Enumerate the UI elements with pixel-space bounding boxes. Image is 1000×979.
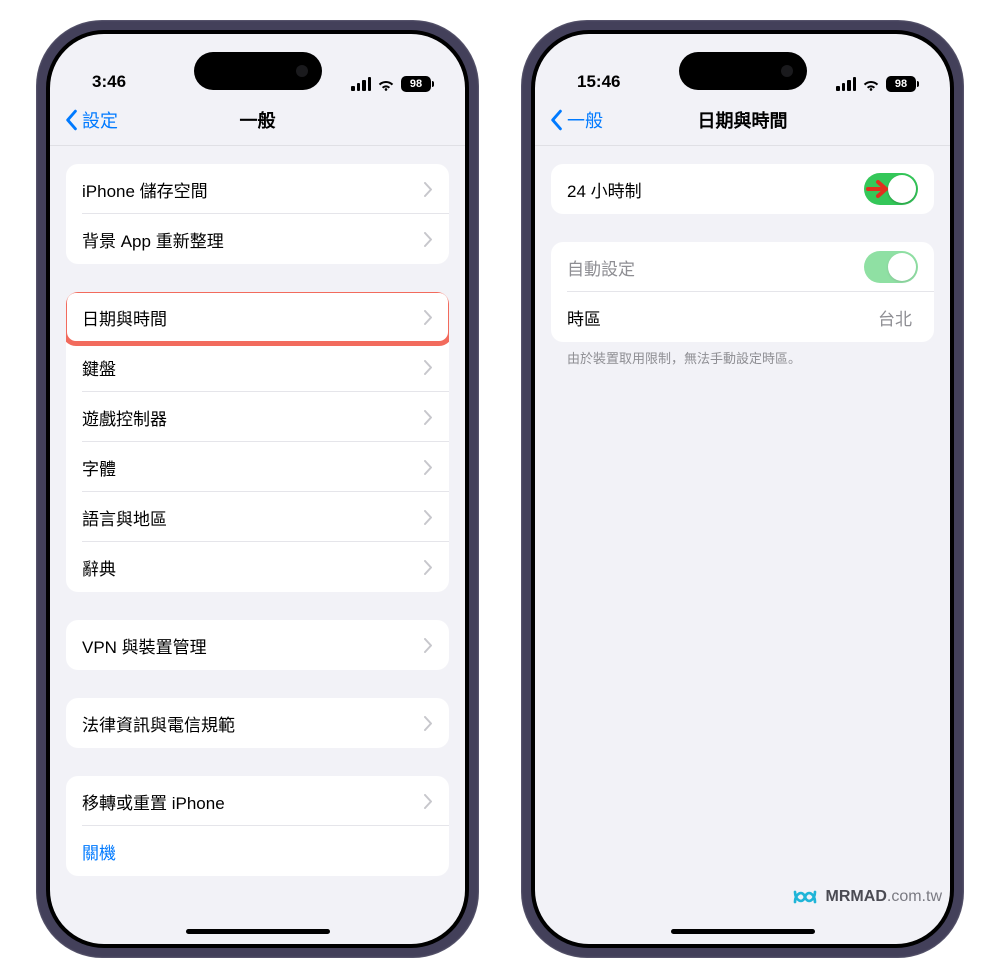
phone-frame-right: 15:46 98 一般 日期與時間: [521, 20, 964, 958]
footer-note: 由於裝置取用限制，無法手動設定時區。: [551, 342, 934, 368]
dynamic-island: [194, 52, 322, 90]
row-label: 背景 App 重新整理: [82, 227, 424, 252]
row-auto-set: 自動設定: [551, 242, 934, 292]
wifi-icon: [377, 77, 395, 91]
settings-list[interactable]: iPhone 儲存空間 背景 App 重新整理 日期與時間: [50, 146, 465, 944]
row-label: iPhone 儲存空間: [82, 177, 424, 202]
row-label: 時區: [567, 305, 878, 330]
chevron-right-icon: [424, 460, 433, 475]
back-label: 設定: [82, 107, 118, 133]
row-label: 遊戲控制器: [82, 405, 424, 430]
row-label: 24 小時制: [567, 177, 864, 202]
chevron-right-icon: [424, 182, 433, 197]
cellular-icon: [836, 77, 856, 91]
wifi-icon: [862, 77, 880, 91]
row-dictionary[interactable]: 辭典: [66, 542, 449, 592]
back-label: 一般: [567, 107, 603, 133]
row-label: 日期與時間: [82, 305, 424, 330]
row-background-app-refresh[interactable]: 背景 App 重新整理: [66, 214, 449, 264]
toggle-auto-set: [864, 251, 918, 283]
row-label: 字體: [82, 455, 424, 480]
chevron-right-icon: [424, 232, 433, 247]
row-vpn-device-management[interactable]: VPN 與裝置管理: [66, 620, 449, 670]
row-transfer-reset[interactable]: 移轉或重置 iPhone: [66, 776, 449, 826]
back-button[interactable]: 一般: [549, 94, 603, 145]
battery-icon: 98: [886, 76, 916, 92]
chevron-right-icon: [424, 794, 433, 809]
back-button[interactable]: 設定: [64, 94, 118, 145]
row-legal-regulatory[interactable]: 法律資訊與電信規範: [66, 698, 449, 748]
row-label: VPN 與裝置管理: [82, 633, 424, 658]
nav-bar: 設定 一般: [50, 94, 465, 146]
chevron-right-icon: [424, 360, 433, 375]
row-value: 台北: [878, 305, 912, 330]
page-title: 一般: [240, 107, 276, 133]
row-label: 移轉或重置 iPhone: [82, 789, 424, 814]
row-keyboard[interactable]: 鍵盤: [66, 342, 449, 392]
page-title: 日期與時間: [698, 107, 788, 133]
row-label: 法律資訊與電信規範: [82, 711, 424, 736]
watermark: MRMAD.com.tw: [792, 887, 942, 907]
row-label: 辭典: [82, 555, 424, 580]
cellular-icon: [351, 77, 371, 91]
row-iphone-storage[interactable]: iPhone 儲存空間: [66, 164, 449, 214]
chevron-right-icon: [424, 310, 433, 325]
chevron-right-icon: [424, 410, 433, 425]
status-time: 3:46: [92, 72, 126, 92]
dynamic-island: [679, 52, 807, 90]
chevron-right-icon: [424, 716, 433, 731]
row-language-region[interactable]: 語言與地區: [66, 492, 449, 542]
row-label: 關機: [82, 839, 433, 864]
home-indicator[interactable]: [671, 929, 815, 934]
phone-frame-left: 3:46 98 設定 一般: [36, 20, 479, 958]
chevron-right-icon: [424, 560, 433, 575]
row-label: 語言與地區: [82, 505, 424, 530]
watermark-brand: MRMAD: [826, 888, 887, 905]
annotation-arrow-icon: [864, 174, 894, 204]
status-time: 15:46: [577, 72, 620, 92]
chevron-right-icon: [424, 638, 433, 653]
row-fonts[interactable]: 字體: [66, 442, 449, 492]
battery-icon: 98: [401, 76, 431, 92]
row-date-time[interactable]: 日期與時間: [66, 292, 449, 342]
row-shutdown[interactable]: 關機: [66, 826, 449, 876]
chevron-left-icon: [549, 109, 563, 131]
nav-bar: 一般 日期與時間: [535, 94, 950, 146]
row-label: 鍵盤: [82, 355, 424, 380]
chevron-right-icon: [424, 510, 433, 525]
row-timezone[interactable]: 時區 台北: [551, 292, 934, 342]
home-indicator[interactable]: [186, 929, 330, 934]
row-label: 自動設定: [567, 255, 864, 280]
watermark-logo-icon: [792, 887, 818, 907]
chevron-left-icon: [64, 109, 78, 131]
row-game-controller[interactable]: 遊戲控制器: [66, 392, 449, 442]
settings-list[interactable]: 24 小時制 自動設定 時區 台北: [535, 146, 950, 944]
watermark-domain: .com.tw: [887, 888, 942, 905]
